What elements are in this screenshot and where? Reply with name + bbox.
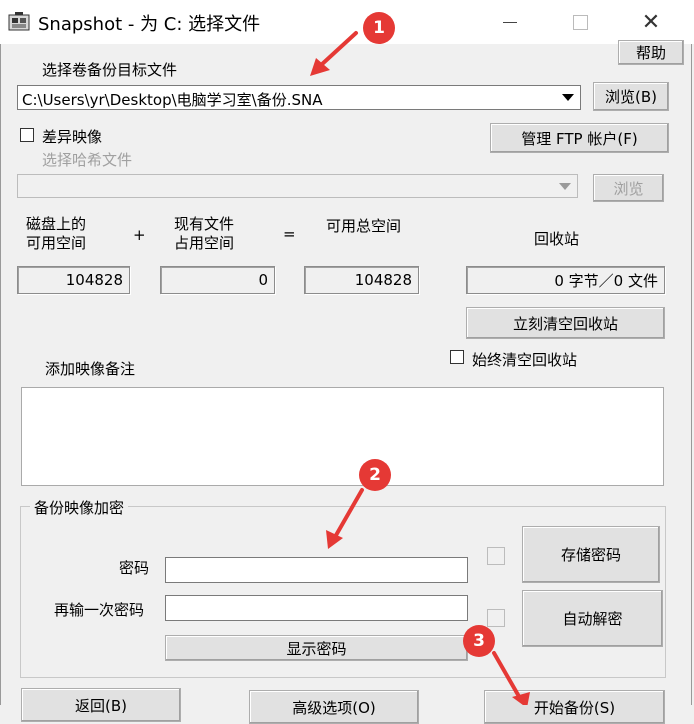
annotation-arrowhead-3 [512, 692, 530, 705]
annotation-arrow-3 [492, 651, 523, 702]
annotation-badge-1: 1 [363, 12, 395, 44]
annotation-badge-3: 3 [463, 625, 495, 657]
annotation-arrow-2 [333, 488, 364, 539]
annotation-overlay [310, 31, 530, 705]
annotation-arrowhead-2 [326, 530, 343, 549]
annotation-badge-2: 2 [359, 459, 391, 491]
annotation-arrow-1 [318, 31, 358, 68]
